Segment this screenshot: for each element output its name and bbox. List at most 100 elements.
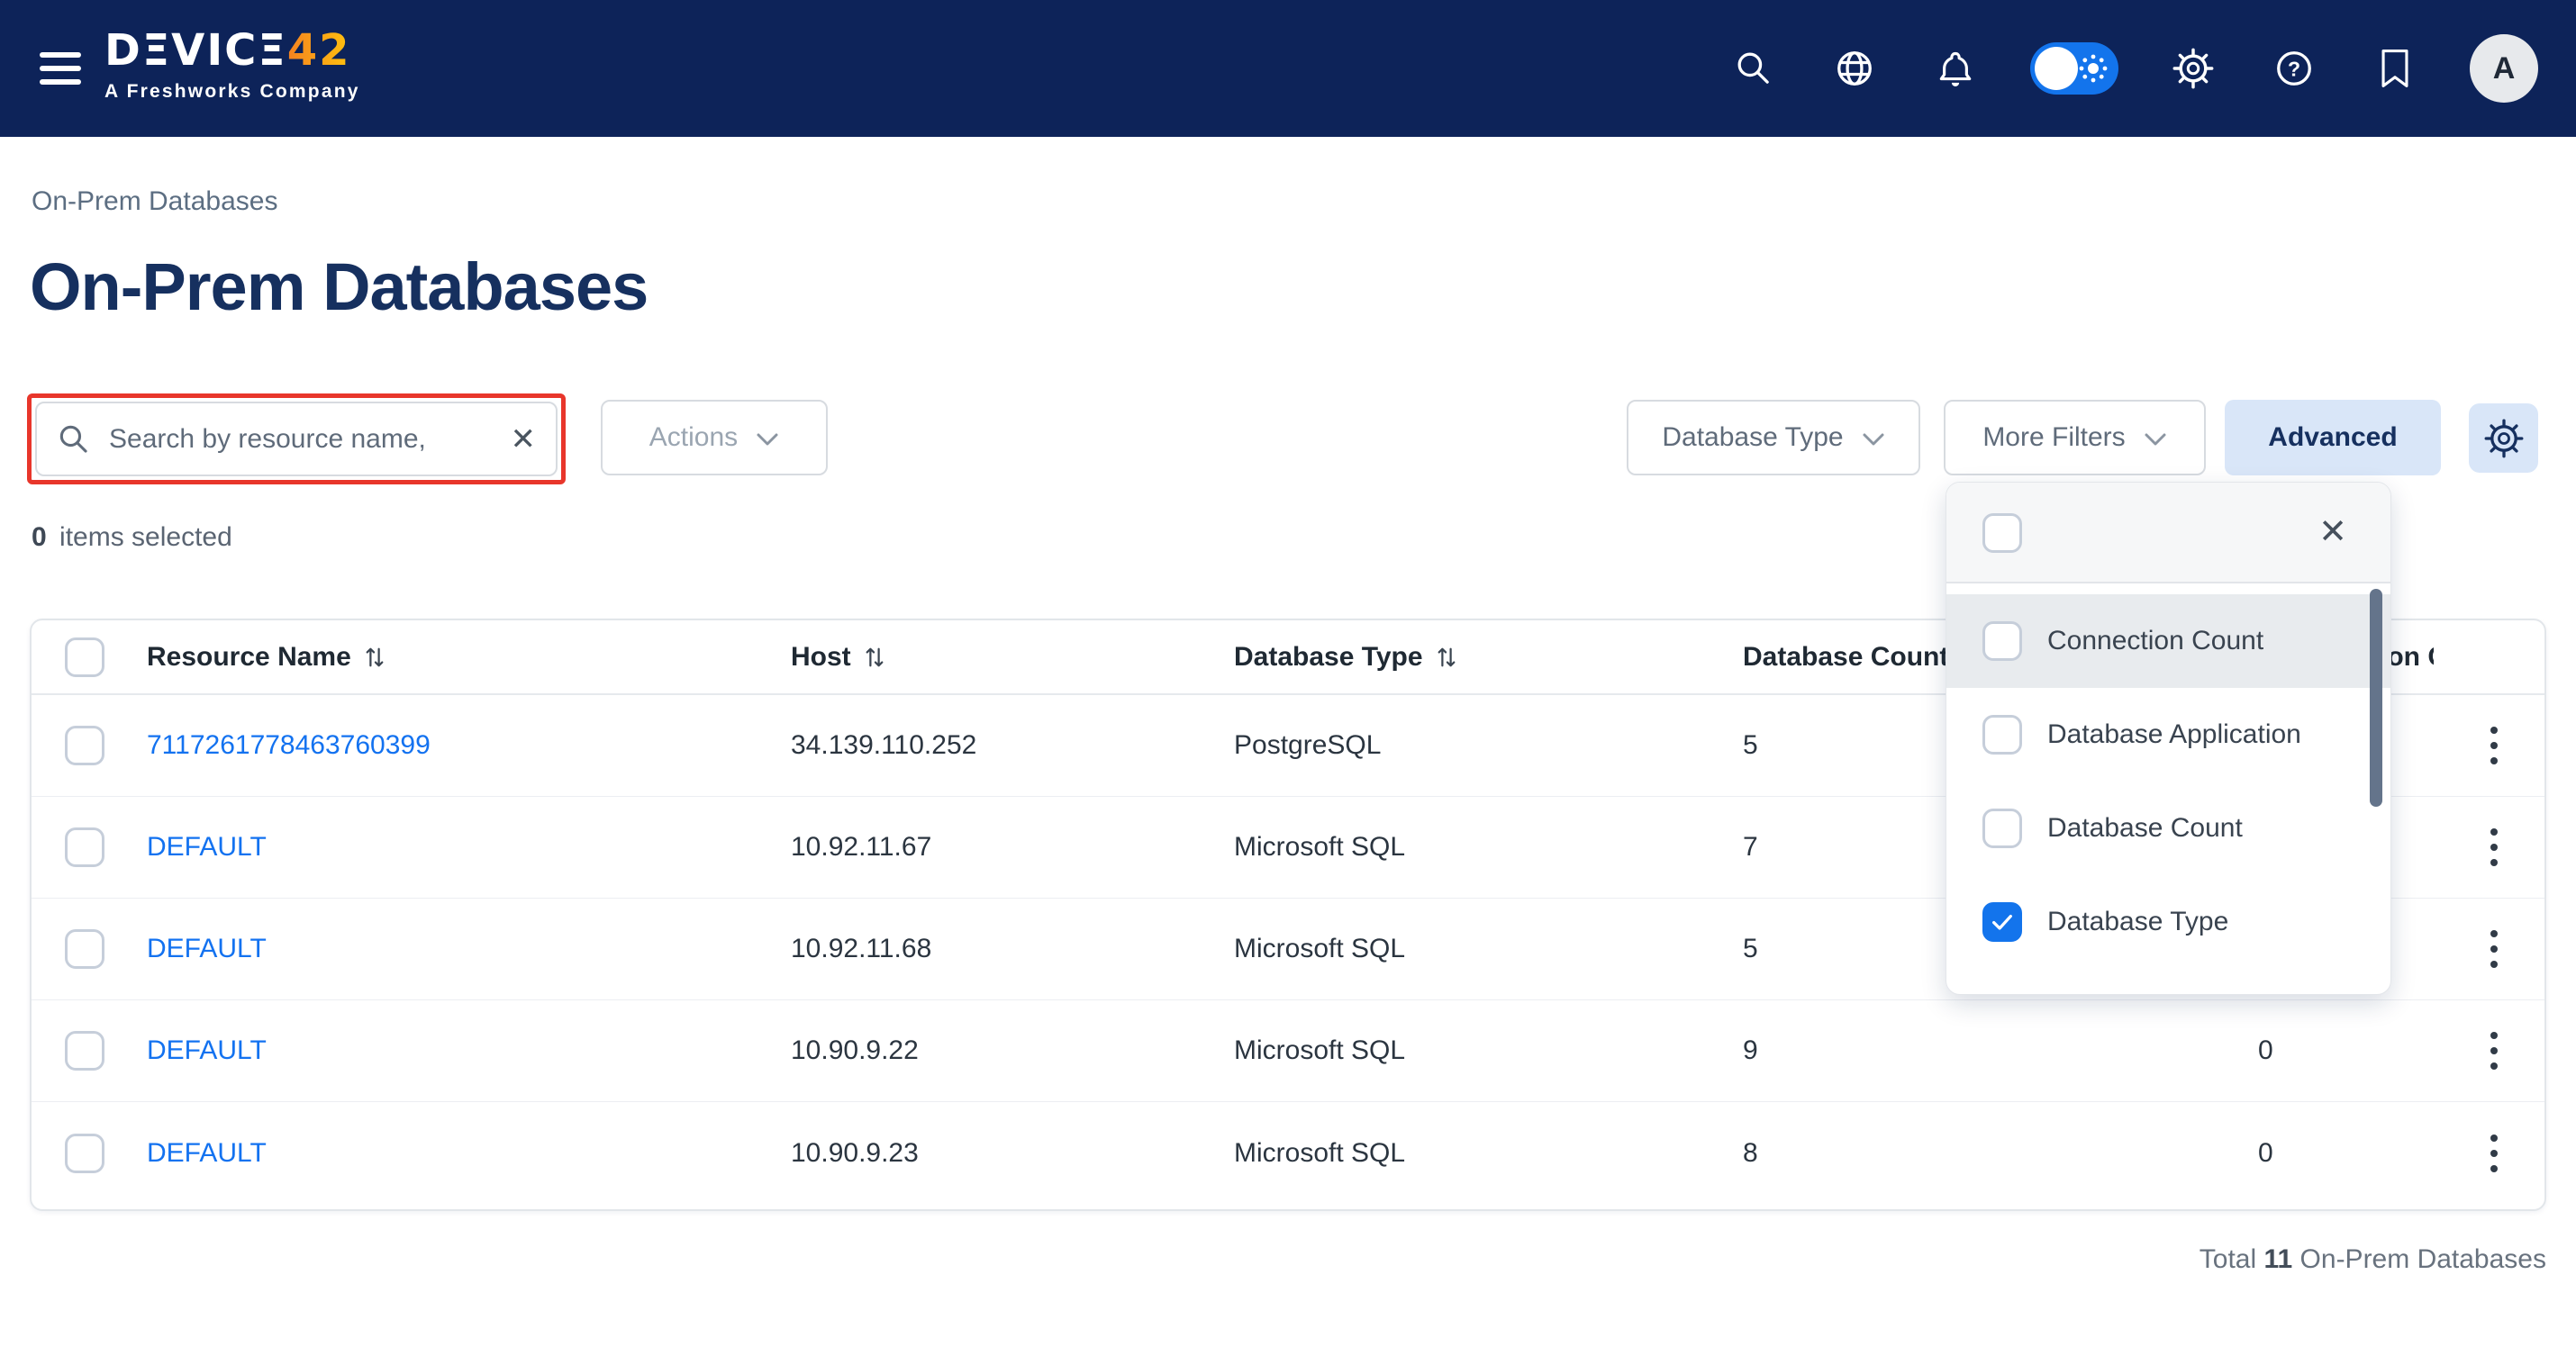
option-checkbox[interactable] (1982, 621, 2022, 661)
column-header-database-count[interactable]: Database Count (1743, 642, 1948, 673)
dropdown-options-list: Connection Count Database Application Da… (1946, 583, 2390, 969)
sort-icon[interactable] (864, 645, 885, 670)
page-title: On-Prem Databases (30, 249, 648, 325)
dropdown-select-all-checkbox[interactable] (1982, 513, 2022, 553)
row-actions-kebab-icon[interactable] (2474, 727, 2514, 764)
column-header-resource-name[interactable]: Resource Name (147, 642, 385, 673)
resource-name-link[interactable]: DEFAULT (147, 832, 267, 863)
sort-icon[interactable] (364, 645, 385, 670)
database-type-cell: PostgreSQL (1234, 730, 1381, 761)
option-label: Database Application (2047, 719, 2301, 750)
dropdown-header: ✕ (1946, 483, 2390, 583)
hamburger-menu-icon[interactable] (40, 52, 81, 85)
option-checkbox[interactable] (1982, 809, 2022, 848)
chevron-down-icon (2144, 432, 2167, 447)
total-value: 11 (2263, 1244, 2292, 1274)
sun-icon (2077, 52, 2109, 85)
database-type-cell: Microsoft SQL (1234, 832, 1405, 863)
navbar-icon-group: ? A (1728, 0, 2576, 137)
bookmark-icon[interactable] (2369, 42, 2421, 95)
theme-toggle[interactable] (2030, 42, 2118, 95)
dropdown-option-database-count[interactable]: Database Count (1946, 782, 2390, 875)
notifications-bell-icon[interactable] (1929, 42, 1982, 95)
database-type-filter-button[interactable]: Database Type (1627, 400, 1920, 475)
svg-text:?: ? (2288, 58, 2300, 81)
host-cell: 10.92.11.68 (791, 934, 931, 964)
select-all-checkbox[interactable] (65, 637, 104, 677)
host-cell: 34.139.110.252 (791, 730, 976, 761)
row-actions-kebab-icon[interactable] (2474, 828, 2514, 866)
chevron-down-icon (756, 432, 779, 447)
user-avatar[interactable]: A (2470, 34, 2538, 103)
more-filters-button[interactable]: More Filters (1944, 400, 2206, 475)
option-checkbox-checked[interactable] (1982, 902, 2022, 942)
device42-logo[interactable]: DΞVICΞ42 A Freshworks Company (104, 29, 360, 103)
search-icon[interactable] (1728, 42, 1780, 95)
row-actions-kebab-icon[interactable] (2474, 930, 2514, 968)
resource-name-link[interactable]: DEFAULT (147, 1138, 267, 1169)
option-label: Database Count (2047, 813, 2243, 844)
resource-name-link[interactable]: 7117261778463760399 (147, 730, 431, 761)
selection-count: 0 (32, 522, 47, 552)
row-actions-kebab-icon[interactable] (2474, 1032, 2514, 1070)
annotation-search-highlight: ✕ (27, 393, 566, 484)
search-box[interactable]: ✕ (35, 402, 558, 476)
logo-42-accent: 42 (287, 25, 351, 76)
row-checkbox[interactable] (65, 827, 104, 867)
database-type-cell: Microsoft SQL (1234, 1035, 1405, 1066)
top-navbar: DΞVICΞ42 A Freshworks Company ? A (0, 0, 2576, 137)
close-icon[interactable]: ✕ (2318, 515, 2347, 549)
connection-count-cell: 0 (2258, 1138, 2273, 1169)
settings-gear-icon[interactable] (2167, 42, 2219, 95)
resource-name-link[interactable]: DEFAULT (147, 1035, 267, 1066)
database-count-cell: 5 (1743, 934, 1758, 964)
table-row: DEFAULT 10.90.9.22 Microsoft SQL 9 0 (32, 1000, 2544, 1102)
actions-button[interactable]: Actions (601, 400, 828, 475)
total-suffix: On-Prem Databases (2300, 1244, 2546, 1274)
dropdown-option-database-type[interactable]: Database Type (1946, 875, 2390, 969)
toggle-knob (2035, 47, 2078, 90)
database-type-label: Database Type (1662, 422, 1843, 453)
row-checkbox[interactable] (65, 726, 104, 765)
option-checkbox[interactable] (1982, 715, 2022, 755)
dropdown-option-connection-count[interactable]: Connection Count (1946, 594, 2390, 688)
connection-count-cell: 0 (2258, 1035, 2273, 1066)
more-filters-label: More Filters (1982, 422, 2125, 453)
host-cell: 10.90.9.23 (791, 1138, 919, 1169)
gear-icon (2484, 419, 2524, 458)
dropdown-option-database-application[interactable]: Database Application (1946, 688, 2390, 782)
row-checkbox[interactable] (65, 1134, 104, 1173)
total-count-text: Total 11 On-Prem Databases (2200, 1244, 2546, 1275)
database-type-cell: Microsoft SQL (1234, 1138, 1405, 1169)
table-row: DEFAULT 10.90.9.23 Microsoft SQL 8 0 (32, 1102, 2544, 1204)
row-checkbox[interactable] (65, 929, 104, 969)
row-actions-kebab-icon[interactable] (2474, 1135, 2514, 1172)
row-checkbox[interactable] (65, 1031, 104, 1071)
database-count-cell: 5 (1743, 730, 1758, 761)
column-header-database-type[interactable]: Database Type (1234, 642, 1457, 673)
total-label: Total (2200, 1244, 2256, 1274)
column-header-host[interactable]: Host (791, 642, 885, 673)
search-icon (57, 422, 91, 457)
sort-icon[interactable] (1436, 645, 1457, 670)
table-settings-gear-button[interactable] (2469, 403, 2538, 473)
resource-name-link[interactable]: DEFAULT (147, 934, 267, 964)
advanced-label: Advanced (2268, 422, 2397, 453)
more-filters-dropdown: ✕ Connection Count Database Application … (1946, 482, 2391, 995)
help-icon[interactable]: ? (2268, 42, 2320, 95)
host-cell: 10.90.9.22 (791, 1035, 919, 1066)
option-label: Database Type (2047, 907, 2228, 937)
advanced-button[interactable]: Advanced (2225, 400, 2441, 475)
database-type-cell: Microsoft SQL (1234, 934, 1405, 964)
selection-label: items selected (59, 522, 232, 552)
checkmark-icon (1990, 909, 2015, 935)
breadcrumb[interactable]: On-Prem Databases (32, 186, 277, 217)
search-input[interactable] (109, 424, 511, 455)
logo-tagline: A Freshworks Company (104, 81, 360, 103)
actions-label: Actions (649, 422, 738, 453)
logo-wordmark: DΞVICΞ42 (104, 29, 360, 72)
globe-icon[interactable] (1828, 42, 1881, 95)
dropdown-scrollbar[interactable] (2370, 589, 2382, 807)
host-cell: 10.92.11.67 (791, 832, 931, 863)
clear-search-icon[interactable]: ✕ (511, 421, 537, 457)
